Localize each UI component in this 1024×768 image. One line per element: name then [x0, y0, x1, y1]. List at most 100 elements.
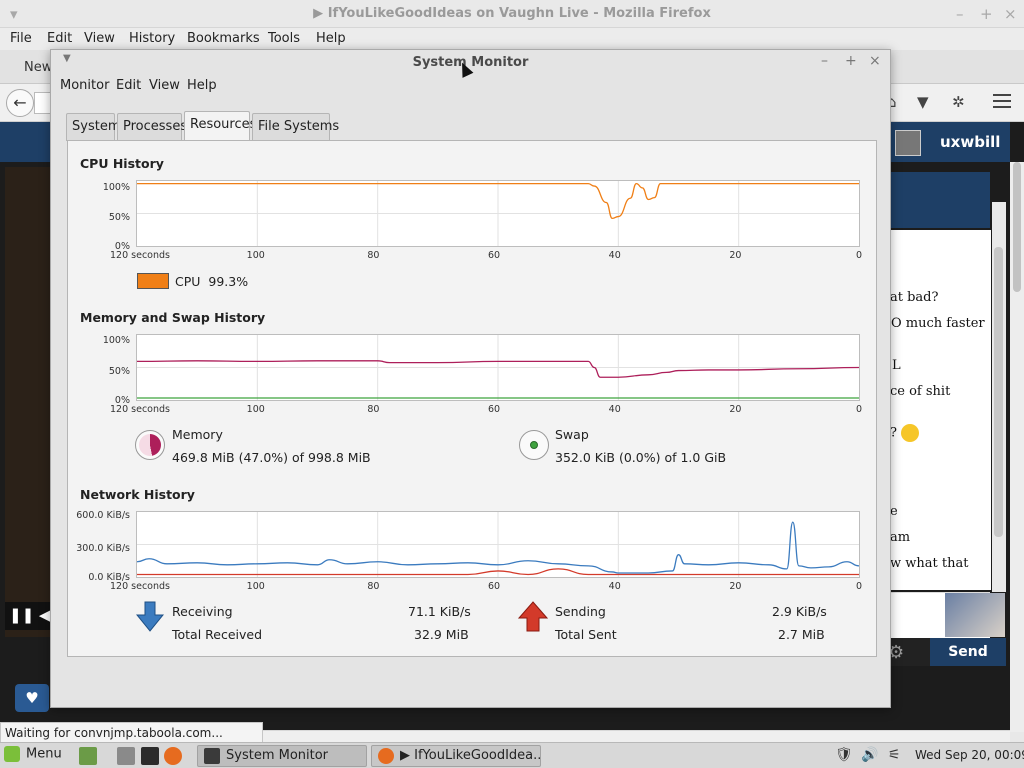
- taskbar-window-label: ▶ IfYouLikeGoodIdea...: [400, 748, 541, 763]
- chat-line: at bad?: [890, 290, 939, 305]
- volume-icon[interactable]: ◀: [39, 606, 51, 624]
- maximize-icon[interactable]: +: [845, 53, 857, 69]
- network-icon[interactable]: ⚟: [888, 747, 901, 763]
- x-tick: 120 seconds: [110, 250, 170, 261]
- chat-scrollbar[interactable]: [992, 202, 1006, 592]
- menu-bookmarks[interactable]: Bookmarks: [187, 31, 260, 46]
- x-tick: 40: [608, 581, 621, 592]
- pause-icon[interactable]: ❚❚: [9, 606, 34, 624]
- close-icon[interactable]: ×: [869, 53, 881, 69]
- chat-header: [890, 172, 990, 228]
- menu-file[interactable]: File: [10, 31, 32, 46]
- y-tick: 50%: [108, 212, 130, 223]
- start-menu-label: Menu: [26, 746, 62, 762]
- x-tick: 0: [856, 404, 863, 415]
- chat-input-row: [890, 592, 1005, 638]
- memory-history-title: Memory and Swap History: [80, 310, 266, 325]
- file-manager-icon[interactable]: [117, 747, 135, 765]
- user-avatar[interactable]: [895, 130, 921, 156]
- receiving-label: Receiving: [172, 604, 233, 619]
- chat-line: w what that: [890, 556, 969, 571]
- pocket-icon[interactable]: ▼: [917, 93, 929, 111]
- start-menu-button[interactable]: Menu: [4, 746, 62, 762]
- firefox-window-title: ▶ IfYouLikeGoodIdeas on Vaughn Live - Mo…: [313, 6, 711, 21]
- minimize-icon[interactable]: –: [821, 53, 828, 69]
- sending-value: 2.9 KiB/s: [772, 604, 827, 619]
- network-graph: [136, 511, 860, 578]
- x-tick: 120 seconds: [110, 404, 170, 415]
- x-tick: 20: [729, 581, 742, 592]
- minimize-icon[interactable]: –: [956, 5, 964, 23]
- page-scrollbar[interactable]: [1010, 162, 1024, 732]
- x-tick: 100: [246, 404, 265, 415]
- x-tick: 20: [729, 404, 742, 415]
- taskbar-window-firefox[interactable]: ▶ IfYouLikeGoodIdea...: [371, 745, 541, 767]
- taskbar-window-system-monitor[interactable]: System Monitor: [197, 745, 367, 767]
- total-received-value: 32.9 MiB: [414, 627, 469, 642]
- y-tick: 300.0 KiB/s: [76, 543, 130, 554]
- taskbar: Menu System Monitor ▶ IfYouLikeGoodIdea.…: [0, 742, 1024, 768]
- menu-help[interactable]: Help: [187, 78, 217, 93]
- y-tick: 100%: [102, 335, 130, 346]
- menu-monitor[interactable]: Monitor: [60, 78, 109, 93]
- x-tick: 40: [608, 404, 621, 415]
- x-tick: 120 seconds: [110, 581, 170, 592]
- x-tick: 20: [729, 250, 742, 261]
- chart-svg: [137, 335, 859, 400]
- cpu-graph: [136, 180, 860, 247]
- x-tick: 0: [856, 581, 863, 592]
- tab-resources[interactable]: Resources: [184, 111, 256, 141]
- resources-panel: CPU History 100% 50% 0% CPU 99.3% Memory…: [67, 140, 877, 657]
- back-icon[interactable]: ←: [6, 89, 34, 117]
- x-tick: 60: [488, 404, 501, 415]
- swap-pie-icon[interactable]: [519, 430, 549, 460]
- chat-line: ?: [890, 425, 902, 441]
- close-icon[interactable]: ×: [1004, 5, 1017, 23]
- show-desktop-icon[interactable]: [79, 747, 97, 765]
- memory-value: 469.8 MiB (47.0%) of 998.8 MiB: [172, 450, 371, 465]
- menu-view[interactable]: View: [149, 78, 180, 93]
- memory-pie-icon[interactable]: [135, 430, 165, 460]
- ad-thumbnail[interactable]: [945, 593, 1005, 637]
- status-bar: Waiting for convnjmp.taboola.com...: [0, 722, 263, 744]
- send-row: ⚙ Send: [876, 638, 1006, 666]
- chat-line: am: [890, 530, 911, 545]
- sending-label: Sending: [555, 604, 606, 619]
- clock[interactable]: Wed Sep 20, 00:09: [915, 748, 1024, 762]
- volume-icon[interactable]: 🔊: [861, 747, 878, 763]
- x-tick: 60: [488, 250, 501, 261]
- maximize-icon[interactable]: +: [980, 5, 993, 23]
- y-tick: 50%: [108, 366, 130, 377]
- chat-line: e: [890, 504, 898, 519]
- mint-logo-icon: [4, 746, 20, 762]
- menu-edit[interactable]: Edit: [47, 31, 72, 46]
- tab-system[interactable]: System: [66, 113, 120, 141]
- memory-graph: [136, 334, 860, 401]
- taskbar-window-label: System Monitor: [226, 748, 329, 763]
- shield-icon[interactable]: 🛡: [835, 747, 853, 763]
- menu-tools[interactable]: Tools: [268, 31, 300, 46]
- menu-history[interactable]: History: [129, 31, 175, 46]
- horizontal-scrollbar[interactable]: [262, 730, 1010, 742]
- download-arrow-icon: [136, 601, 164, 632]
- total-received-label: Total Received: [172, 627, 263, 642]
- hamburger-menu-icon[interactable]: [993, 94, 1011, 108]
- terminal-icon[interactable]: [141, 747, 159, 765]
- x-tick: 0: [856, 250, 863, 261]
- username[interactable]: uxwbill: [940, 133, 1000, 151]
- x-tick: 80: [367, 581, 380, 592]
- firefox-launcher-icon[interactable]: [164, 747, 182, 765]
- cpu-color-swatch[interactable]: [137, 273, 169, 289]
- x-tick: 40: [608, 250, 621, 261]
- tab-processes[interactable]: Processes: [117, 113, 187, 141]
- cpu-legend-value: 99.3%: [208, 274, 249, 289]
- heart-icon[interactable]: ♥: [15, 684, 49, 712]
- menu-view[interactable]: View: [84, 31, 115, 46]
- menu-edit[interactable]: Edit: [116, 78, 141, 93]
- menu-help[interactable]: Help: [316, 31, 346, 46]
- chat-panel: at bad? O much faster L ce of shit ? e a…: [890, 230, 991, 590]
- extension-icon[interactable]: ✲: [952, 93, 965, 111]
- swap-value: 352.0 KiB (0.0%) of 1.0 GiB: [555, 450, 727, 465]
- send-button[interactable]: Send: [930, 638, 1006, 666]
- tab-file-systems[interactable]: File Systems: [252, 113, 339, 141]
